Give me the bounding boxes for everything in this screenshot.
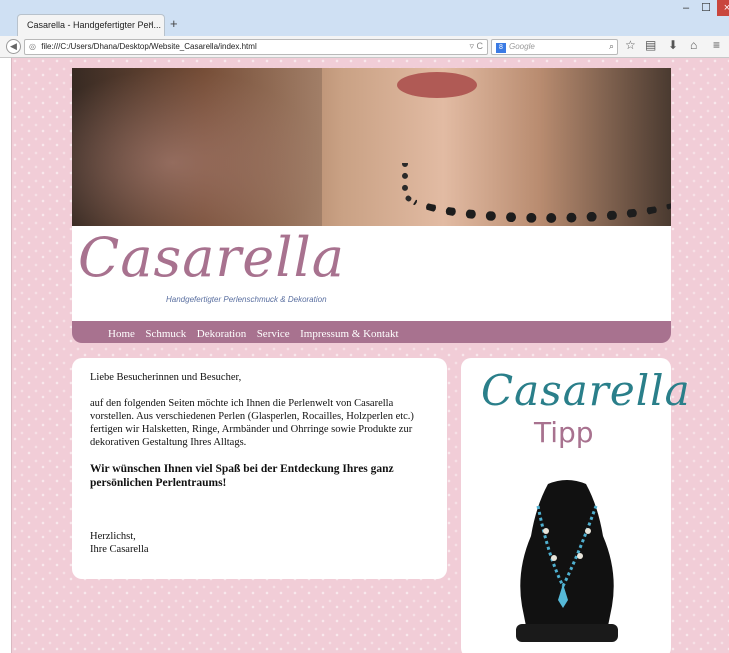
back-arrow-icon[interactable]: ◀ — [6, 39, 21, 54]
tab-title: Casarella - Handgefertigter Perl... — [27, 20, 162, 30]
home-icon[interactable]: ⌂ — [690, 38, 697, 52]
browser-titlebar: Casarella - Handgefertigter Perl... × + … — [0, 0, 729, 36]
reload-icon[interactable]: ▿ C — [469, 41, 483, 52]
close-window-button[interactable]: × — [717, 0, 729, 16]
maximize-button[interactable]: ☐ — [696, 0, 716, 16]
greeting-text: Liebe Besucherinnen und Besucher, — [90, 372, 242, 383]
nav-service[interactable]: Service — [257, 328, 290, 340]
page-viewport: Casarella Handgefertigter Perlenschmuck … — [11, 58, 729, 653]
bookmark-star-icon[interactable]: ☆ — [625, 38, 636, 52]
address-url: file:///C:/Users/Dhana/Desktop/Website_C… — [41, 42, 257, 51]
tipp-logo: Casarella — [481, 366, 691, 415]
tipp-sidebar: Casarella Tipp — [461, 358, 690, 653]
closing-text: Herzlichst, — [90, 531, 136, 542]
bookmarks-list-icon[interactable]: ▤ — [645, 38, 656, 52]
search-input[interactable]: 8 Google ⌕ — [491, 39, 618, 55]
search-icon[interactable]: ⌕ — [609, 41, 614, 52]
search-placeholder: Google — [509, 42, 535, 51]
browser-tab[interactable]: Casarella - Handgefertigter Perl... — [17, 14, 165, 36]
nav-dekoration[interactable]: Dekoration — [197, 328, 246, 340]
address-bar[interactable]: ◎ file:///C:/Users/Dhana/Desktop/Website… — [24, 39, 488, 55]
nav-schmuck[interactable]: Schmuck — [145, 328, 186, 340]
tab-close-icon[interactable]: × — [148, 19, 153, 29]
minimize-button[interactable]: – — [676, 0, 696, 16]
nav-impressum-kontakt[interactable]: Impressum & Kontakt — [300, 328, 398, 340]
nav-home[interactable]: Home — [108, 328, 135, 340]
intro-text: auf den folgenden Seiten möchte ich Ihne… — [90, 398, 414, 448]
header-banner-image — [72, 68, 671, 226]
browser-navbar: ◀ ◎ file:///C:/Users/Dhana/Desktop/Websi… — [0, 36, 729, 58]
logo-area: Casarella Handgefertigter Perlenschmuck … — [72, 226, 671, 321]
tipp-label: Tipp — [534, 416, 594, 449]
welcome-content: Liebe Besucherinnen und Besucher, auf de… — [72, 358, 447, 579]
wish-text: Wir wünschen Ihnen viel Spaß bei der Ent… — [90, 463, 394, 489]
menu-icon[interactable]: ≡ — [713, 38, 720, 52]
google-icon[interactable]: 8 — [496, 43, 506, 53]
site-tagline: Handgefertigter Perlenschmuck & Dekorati… — [166, 295, 327, 304]
main-navigation: Home Schmuck Dekoration Service Impressu… — [72, 321, 671, 343]
site-logo[interactable]: Casarella — [78, 226, 345, 289]
necklace-image — [402, 163, 671, 223]
globe-icon: ◎ — [29, 42, 36, 51]
signature-text: Ihre Casarella — [90, 544, 149, 555]
new-tab-button[interactable]: + — [170, 16, 178, 31]
download-icon[interactable]: ⬇ — [668, 38, 678, 52]
necklace-bust-image[interactable] — [508, 476, 626, 646]
